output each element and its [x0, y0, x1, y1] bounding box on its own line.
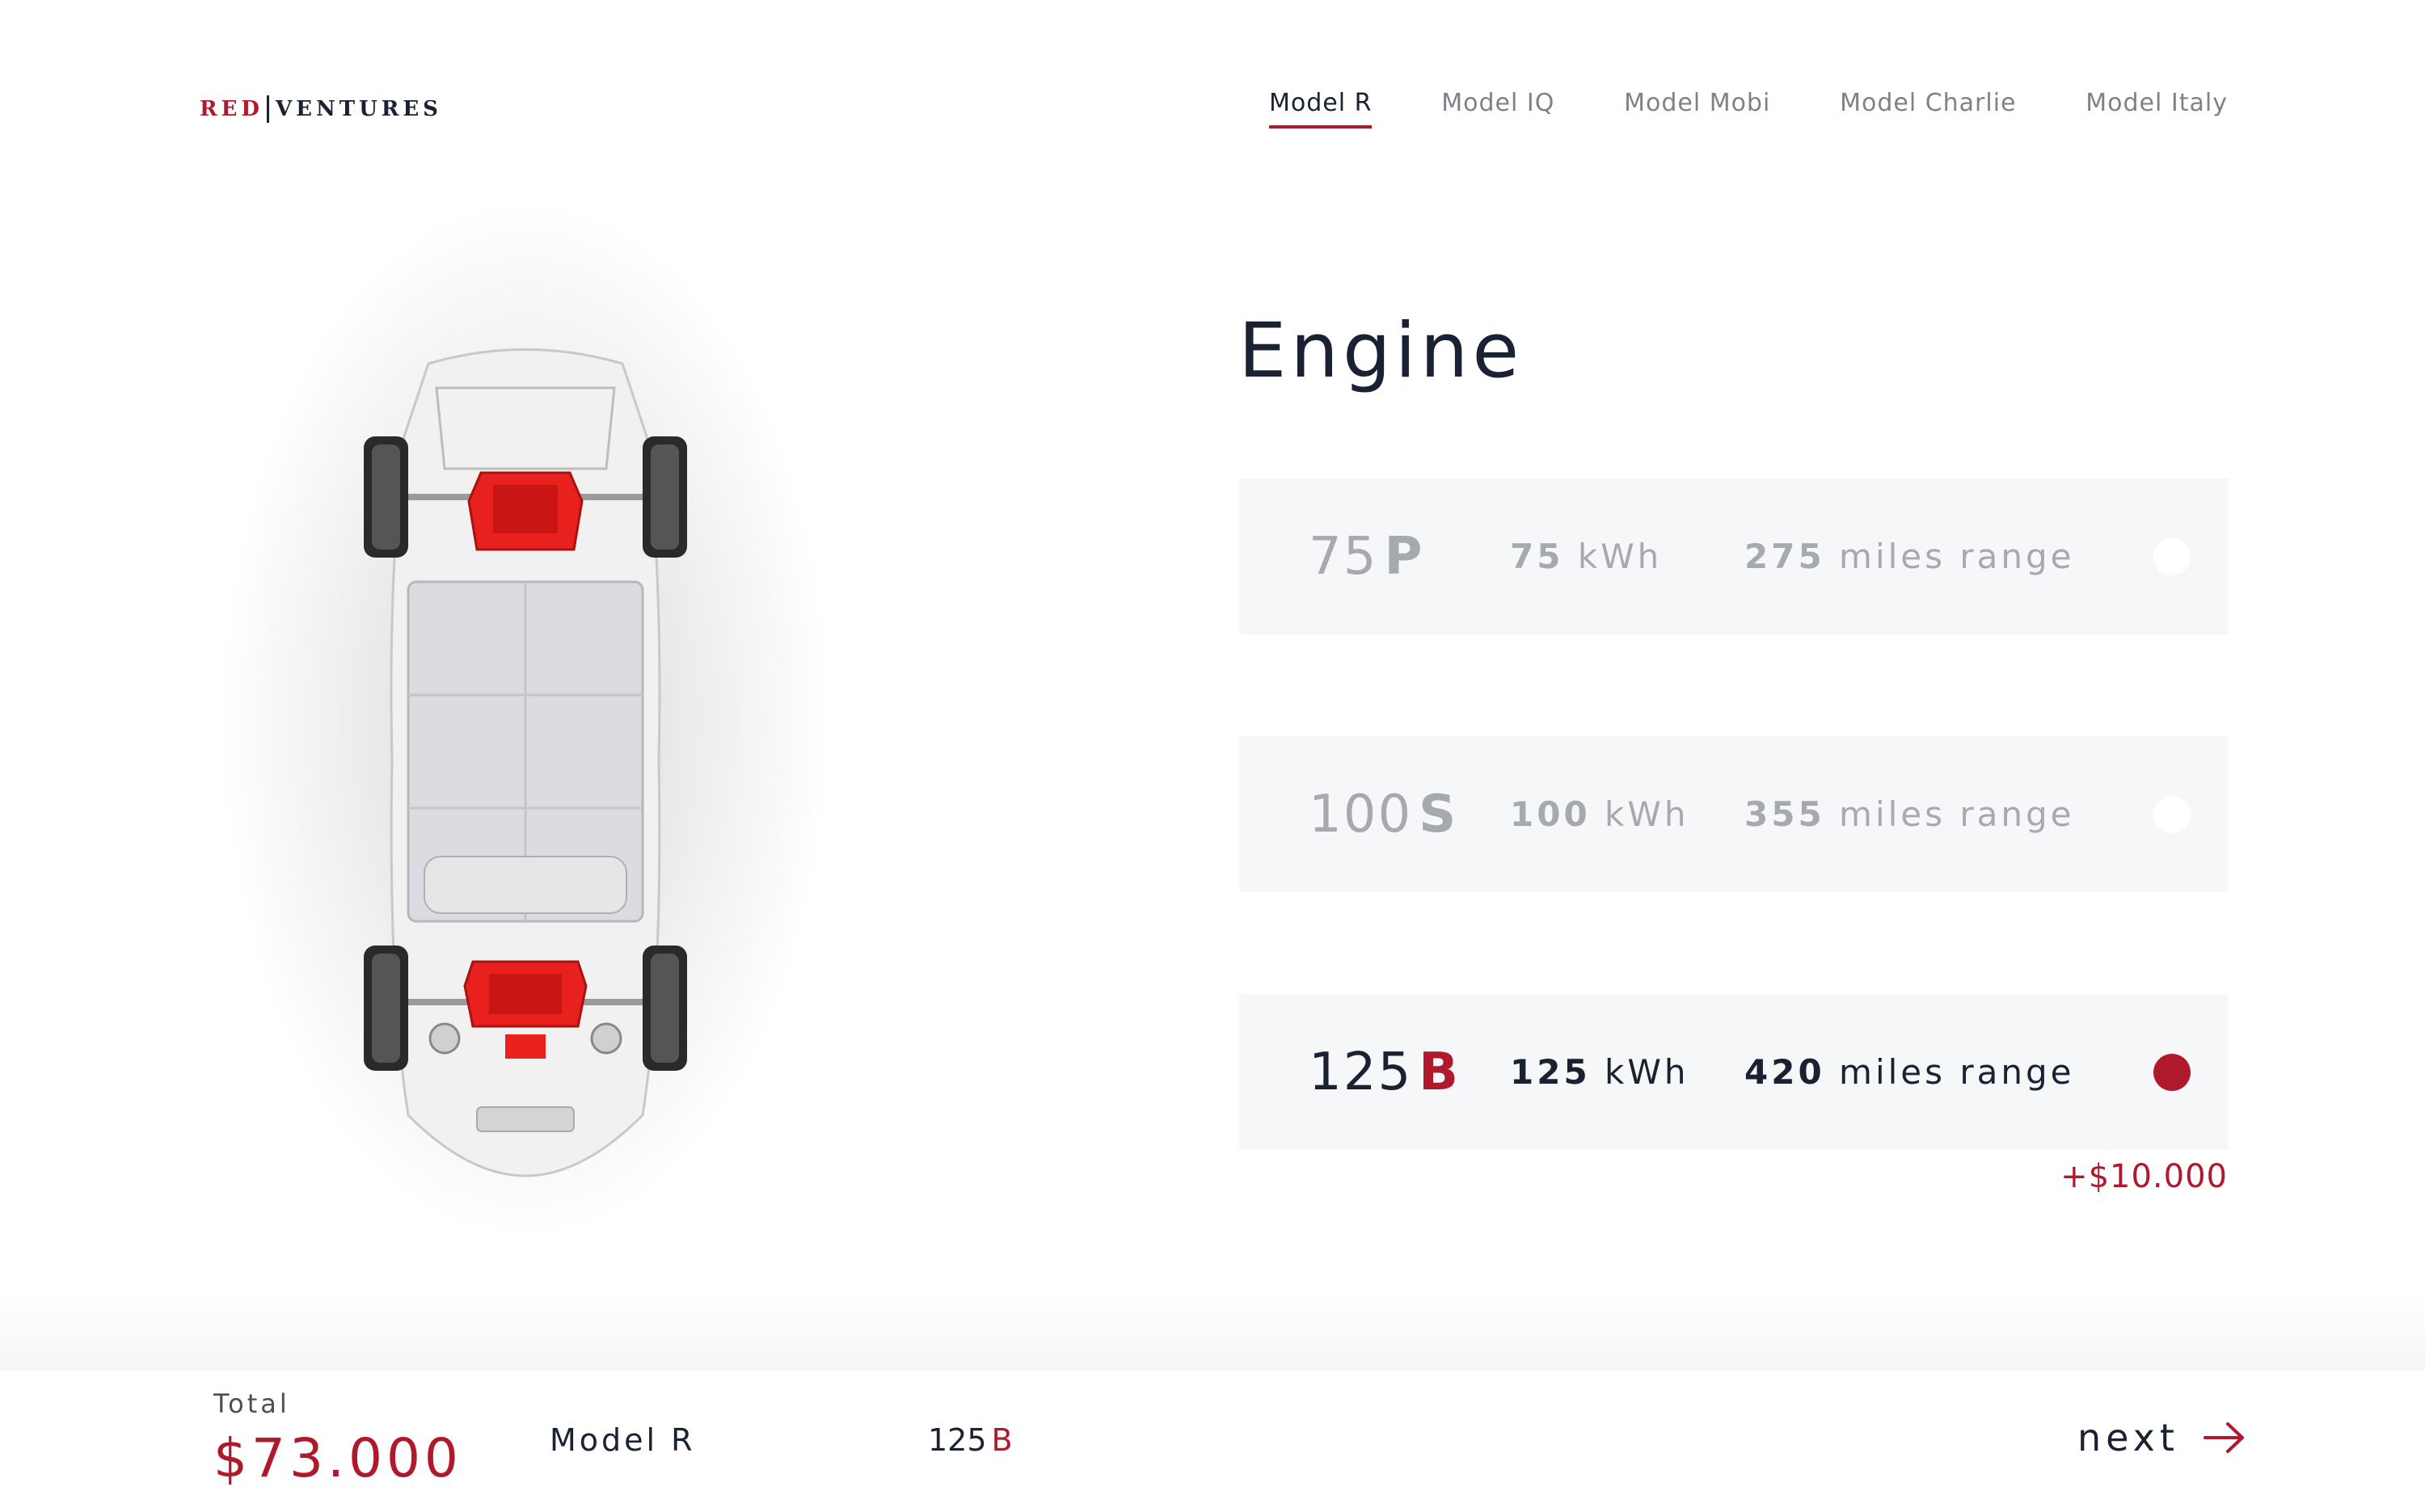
option-capacity: 125 kWh	[1510, 1052, 1689, 1092]
option-range-value: 275	[1744, 537, 1825, 576]
option-range-unit: miles range	[1839, 1052, 2075, 1092]
summary-engine-letter: B	[991, 1422, 1013, 1458]
option-capacity: 75 kWh	[1510, 537, 1662, 576]
option-capacity-value: 100	[1510, 794, 1591, 834]
option-code-letter: B	[1419, 1042, 1460, 1102]
nav-item-model-iq[interactable]: Model IQ	[1441, 89, 1554, 128]
total-label: Total	[213, 1388, 290, 1419]
brand-logo[interactable]: RED VENTURES	[200, 95, 442, 123]
option-code: 75 P	[1309, 527, 1423, 587]
option-code: 100 S	[1309, 785, 1457, 844]
option-code-number: 75	[1309, 526, 1378, 587]
model-nav: Model R Model IQ Model Mobi Model Charli…	[1269, 89, 2228, 128]
arrow-right-icon	[2203, 1422, 2244, 1453]
engine-option-100s[interactable]: 100 S 100 kWh 355 miles range	[1239, 736, 2229, 892]
summary-model: Model R	[550, 1422, 696, 1458]
option-range-value: 420	[1744, 1052, 1825, 1092]
option-code-number: 100	[1309, 784, 1413, 844]
option-code: 125 B	[1309, 1042, 1460, 1102]
option-capacity: 100 kWh	[1510, 794, 1689, 834]
option-range-value: 355	[1744, 794, 1825, 834]
footer-shade	[0, 1293, 2425, 1371]
summary-engine: 125 B	[928, 1422, 1013, 1458]
option-radio-selected[interactable]	[2153, 1054, 2191, 1091]
option-radio[interactable]	[2153, 538, 2191, 575]
nav-item-model-italy[interactable]: Model Italy	[2086, 89, 2228, 128]
option-code-letter: P	[1384, 526, 1424, 587]
section-title: Engine	[1238, 307, 1524, 395]
engine-option-125b[interactable]: 125 B 125 kWh 420 miles range	[1239, 994, 2229, 1150]
option-code-number: 125	[1309, 1042, 1413, 1102]
option-range: 275 miles range	[1744, 537, 2074, 576]
option-capacity-value: 125	[1510, 1052, 1591, 1092]
option-code-letter: S	[1419, 784, 1458, 844]
price-addon: +$10.000	[2060, 1158, 2228, 1195]
nav-item-model-charlie[interactable]: Model Charlie	[1840, 89, 2016, 128]
brand-logo-ventures: VENTURES	[275, 97, 442, 121]
total-price: $73.000	[213, 1427, 462, 1489]
option-range-unit: miles range	[1839, 794, 2075, 834]
engine-option-75p[interactable]: 75 P 75 kWh 275 miles range	[1239, 478, 2229, 634]
option-capacity-value: 75	[1510, 537, 1564, 576]
brand-logo-divider	[266, 95, 269, 123]
next-button[interactable]: next	[2077, 1416, 2246, 1459]
option-range-unit: miles range	[1839, 537, 2075, 576]
nav-item-model-r[interactable]: Model R	[1269, 89, 1373, 128]
car-chassis-illustration	[364, 348, 687, 1177]
option-range: 355 miles range	[1744, 794, 2074, 834]
next-label: next	[2077, 1416, 2179, 1459]
option-capacity-unit: kWh	[1605, 1052, 1689, 1092]
option-range: 420 miles range	[1744, 1052, 2074, 1092]
option-capacity-unit: kWh	[1577, 537, 1663, 576]
option-radio[interactable]	[2153, 796, 2191, 833]
option-capacity-unit: kWh	[1605, 794, 1689, 834]
brand-logo-red: RED	[200, 97, 264, 121]
nav-item-model-mobi[interactable]: Model Mobi	[1624, 89, 1770, 128]
summary-engine-number: 125	[928, 1422, 987, 1458]
